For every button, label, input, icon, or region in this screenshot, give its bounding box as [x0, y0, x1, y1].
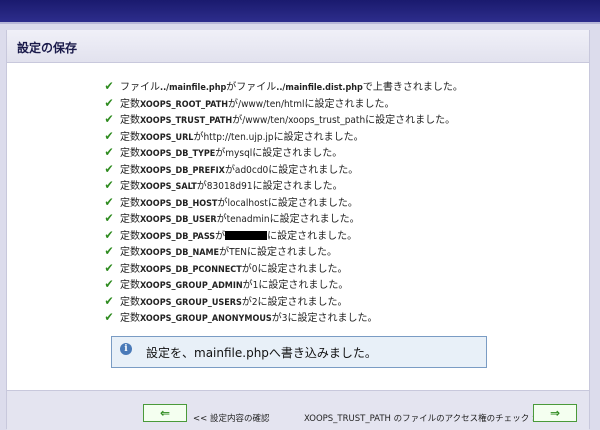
result-suffix: がad0cd0に設定されました。 — [224, 164, 359, 176]
constant-name: XOOPS_DB_NAME — [140, 248, 220, 258]
check-icon: ✔ — [104, 260, 114, 275]
result-suffix: が2に設定されました。 — [241, 296, 348, 308]
check-icon: ✔ — [104, 194, 114, 209]
result-prefix: 定数 — [120, 131, 140, 143]
result-item: ✔ 定数XOOPS_DB_NAMEがTENに設定されました。 — [103, 243, 463, 260]
check-icon: ✔ — [104, 310, 114, 324]
result-suffix: がtenadminに設定されました。 — [216, 214, 360, 225]
result-item: ✔ 定数XOOPS_DB_PREFIXがad0cd0に設定されました。 — [103, 161, 463, 178]
constant-name: XOOPS_DB_PREFIX — [140, 165, 225, 176]
result-suffix: が/www/ten/htmlに設定されました。 — [228, 98, 395, 110]
result-prefix: 定数 — [120, 181, 140, 192]
result-prefix: 定数 — [120, 296, 140, 308]
result-prefix: 定数 — [120, 197, 140, 209]
result-prefix: ファイル — [120, 82, 160, 93]
header-divider — [0, 22, 600, 24]
result-prefix: 定数 — [120, 98, 140, 110]
check-icon: ✔ — [104, 79, 114, 93]
info-message: 設定を、mainfile.phpへ書き込みました。 — [146, 346, 377, 360]
result-suffix: がlocalhostに設定されました。 — [217, 197, 358, 209]
result-prefix: 定数 — [120, 214, 140, 225]
result-prefix: 定数 — [120, 115, 140, 126]
result-prefix: 定数 — [120, 230, 140, 242]
constant-name: XOOPS_ROOT_PATH — [140, 99, 229, 110]
constant-name: XOOPS_TRUST_PATH — [140, 116, 233, 126]
result-prefix: 定数 — [120, 263, 140, 275]
result-item: ✔ 定数XOOPS_DB_PCONNECTが0に設定されました。 — [103, 260, 463, 277]
check-icon: ✔ — [104, 244, 114, 258]
result-item: ✔ 定数XOOPS_GROUP_ANONYMOUSが3に設定されました。 — [103, 309, 463, 326]
result-suffix: がhttp://ten.ujp.jpに設定されました。 — [193, 131, 364, 143]
check-icon: ✔ — [104, 145, 114, 159]
check-icon: ✔ — [104, 211, 114, 225]
result-item: ✔ 定数XOOPS_DB_HOSTがlocalhostに設定されました。 — [103, 194, 463, 211]
check-icon: ✔ — [104, 293, 114, 308]
next-link[interactable]: XOOPS_TRUST_PATH のファイルのアクセス権のチェック >> — [304, 412, 546, 424]
result-suffix: が83018d91に設定されました。 — [196, 181, 343, 192]
result-prefix: 定数 — [120, 313, 140, 324]
panel-title: 設定の保存 — [17, 41, 78, 55]
back-button[interactable]: ⇐ — [143, 404, 187, 422]
result-prefix: 定数 — [120, 164, 140, 176]
result-suffix: がmysqlに設定されました。 — [215, 148, 343, 159]
constant-name: XOOPS_GROUP_ANONYMOUS — [140, 314, 272, 324]
constant-name: XOOPS_DB_USER — [140, 215, 217, 225]
constant-name: XOOPS_DB_PCONNECT — [140, 264, 242, 275]
top-header-bar — [0, 0, 600, 22]
constant-name: XOOPS_GROUP_USERS — [140, 297, 242, 308]
constant-name: XOOPS_DB_HOST — [140, 198, 218, 209]
result-suffix: が/www/ten/xoops_trust_pathに設定されました。 — [232, 115, 456, 126]
result-suffix: が0に設定されました。 — [241, 263, 348, 275]
next-button[interactable]: ⇒ — [533, 404, 577, 422]
result-suffix: に設定されました。 — [267, 230, 358, 242]
constant-name: XOOPS_GROUP_ADMIN — [140, 281, 243, 291]
result-prefix: 定数 — [120, 280, 140, 291]
redacted-value — [225, 230, 268, 240]
check-icon: ✔ — [104, 161, 114, 176]
constant-name: ../mainfile.dist.php — [276, 83, 363, 93]
check-icon: ✔ — [104, 178, 114, 192]
info-icon: i — [120, 343, 132, 355]
panel-header: 設定の保存 — [7, 30, 589, 63]
result-suffix: がTENに設定されました。 — [219, 247, 337, 258]
result-suffix: が3に設定されました。 — [271, 313, 378, 324]
result-item: ✔ 定数XOOPS_DB_USERがtenadminに設定されました。 — [103, 210, 463, 227]
result-item: ✔ 定数XOOPS_ROOT_PATHが/www/ten/htmlに設定されました… — [103, 95, 463, 112]
check-icon: ✔ — [104, 277, 114, 291]
result-prefix: 定数 — [120, 247, 140, 258]
result-prefix: 定数 — [120, 148, 140, 159]
result-item: ✔ 定数XOOPS_URLがhttp://ten.ujp.jpに設定されました。 — [103, 128, 463, 145]
constant-name: ../mainfile.php — [160, 83, 227, 93]
constant-name: XOOPS_SALT — [140, 182, 197, 192]
result-suffix: で上書きされました。 — [362, 82, 463, 93]
result-middle: がファイル — [226, 82, 277, 93]
result-item: ✔ 定数XOOPS_GROUP_ADMINが1に設定されました。 — [103, 276, 463, 293]
result-item: ✔ 定数XOOPS_SALTが83018d91に設定されました。 — [103, 177, 463, 194]
wizard-footer: ⇐ << 設定内容の確認 XOOPS_TRUST_PATH のファイルのアクセス… — [7, 390, 589, 430]
constant-name: XOOPS_DB_PASS — [140, 231, 216, 242]
info-message-box: i 設定を、mainfile.phpへ書き込みました。 — [111, 336, 487, 368]
result-suffix: が — [215, 230, 226, 242]
result-item: ✔ 定数XOOPS_DB_PASSが に設定されました。 — [103, 227, 463, 244]
check-icon: ✔ — [104, 128, 114, 143]
install-panel: 設定の保存 ✔ ファイル../mainfile.phpがファイル../mainfi… — [6, 30, 590, 430]
result-item: ✔ 定数XOOPS_DB_TYPEがmysqlに設定されました。 — [103, 144, 463, 161]
constant-name: XOOPS_DB_TYPE — [140, 149, 216, 159]
result-list: ✔ ファイル../mainfile.phpがファイル../mainfile.dis… — [103, 78, 463, 326]
result-item: ✔ 定数XOOPS_GROUP_USERSが2に設定されました。 — [103, 293, 463, 310]
result-item: ✔ ファイル../mainfile.phpがファイル../mainfile.dis… — [103, 78, 463, 95]
back-link[interactable]: << 設定内容の確認 — [193, 412, 269, 424]
check-icon: ✔ — [104, 112, 114, 126]
result-suffix: が1に設定されました。 — [242, 280, 349, 291]
check-icon: ✔ — [104, 227, 114, 242]
check-icon: ✔ — [104, 95, 114, 110]
constant-name: XOOPS_URL — [140, 132, 194, 143]
result-item: ✔ 定数XOOPS_TRUST_PATHが/www/ten/xoops_trust… — [103, 111, 463, 128]
